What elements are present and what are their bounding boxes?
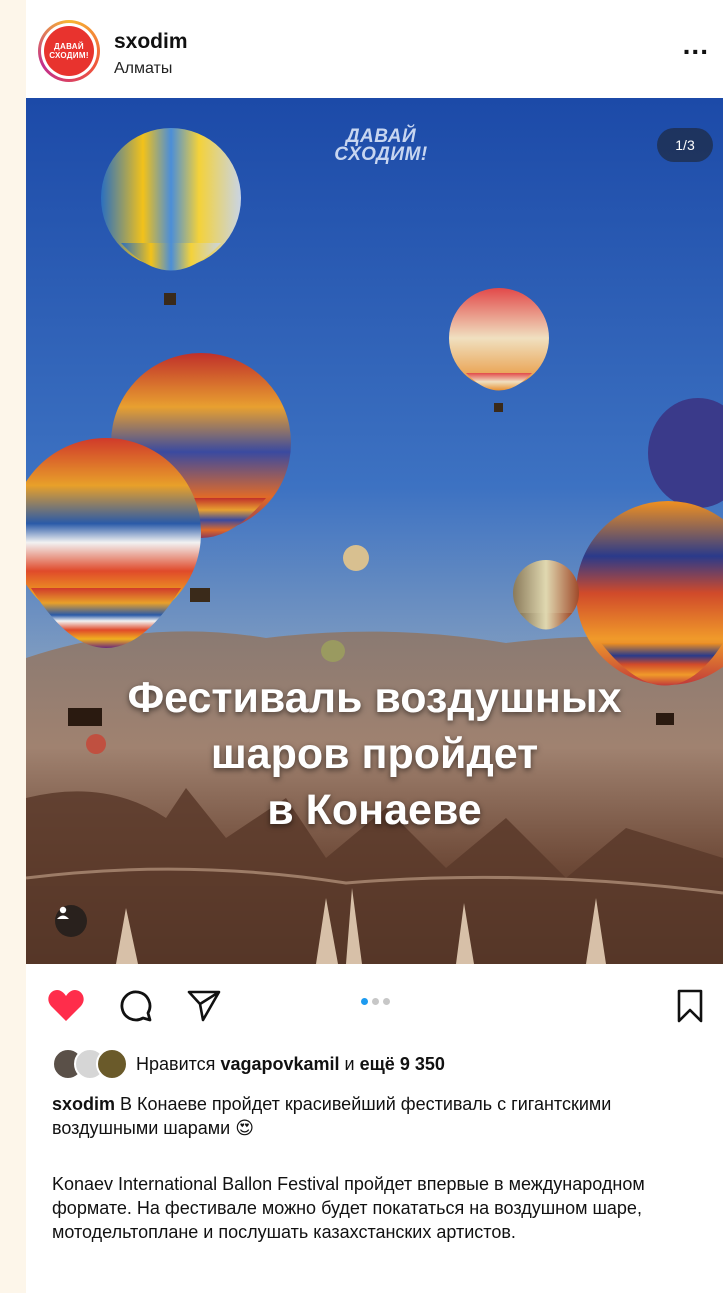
avatar[interactable]: ДАВАЙ СХОДИМ! [38,20,100,82]
avatar-logo: ДАВАЙ СХОДИМ! [44,26,94,76]
carousel-dot [361,998,368,1005]
tagged-user-icon[interactable] [55,905,87,937]
post-caption: sxodim В Конаеве пройдет красивейший фес… [52,1094,612,1138]
caption-author[interactable]: sxodim [52,1094,115,1114]
liker-avatar [96,1048,128,1080]
share-icon[interactable] [184,986,224,1026]
carousel-indicator [361,998,390,1006]
carousel-dot [372,998,379,1005]
username[interactable]: sxodim [114,30,188,54]
likes-summary[interactable]: Нравится vagapovkamil и ещё 9 350 [52,1048,445,1080]
post-image[interactable]: ДАВАЙ СХОДИМ! 1/3 Фестиваль воздушных ша… [26,98,723,964]
caption-paragraph: Konaev International Ballon Festival про… [52,1174,645,1242]
post-header: ДАВАЙ СХОДИМ! sxodim Алматы ... [26,0,723,98]
carousel-counter: 1/3 [657,128,713,162]
comment-icon[interactable] [116,986,156,1026]
post-card: ДАВАЙ СХОДИМ! sxodim Алматы ... ДАВАЙ СХ… [26,0,723,1293]
brand-watermark: ДАВАЙ СХОДИМ! [334,126,428,165]
likes-text: Нравится vagapovkamil и ещё 9 350 [136,1053,445,1074]
more-icon[interactable]: ... [683,31,709,59]
bookmark-icon[interactable] [670,986,710,1026]
location[interactable]: Алматы [114,60,172,78]
likes-count[interactable]: ещё 9 350 [360,1054,445,1074]
liker-username[interactable]: vagapovkamil [220,1054,339,1074]
heart-icon[interactable] [46,986,86,1026]
emoji-heart-eyes: 😍 [235,1118,254,1138]
action-bar [26,964,723,1044]
image-headline: Фестиваль воздушных шаров пройдет в Кона… [127,674,622,834]
carousel-dot [383,998,390,1005]
